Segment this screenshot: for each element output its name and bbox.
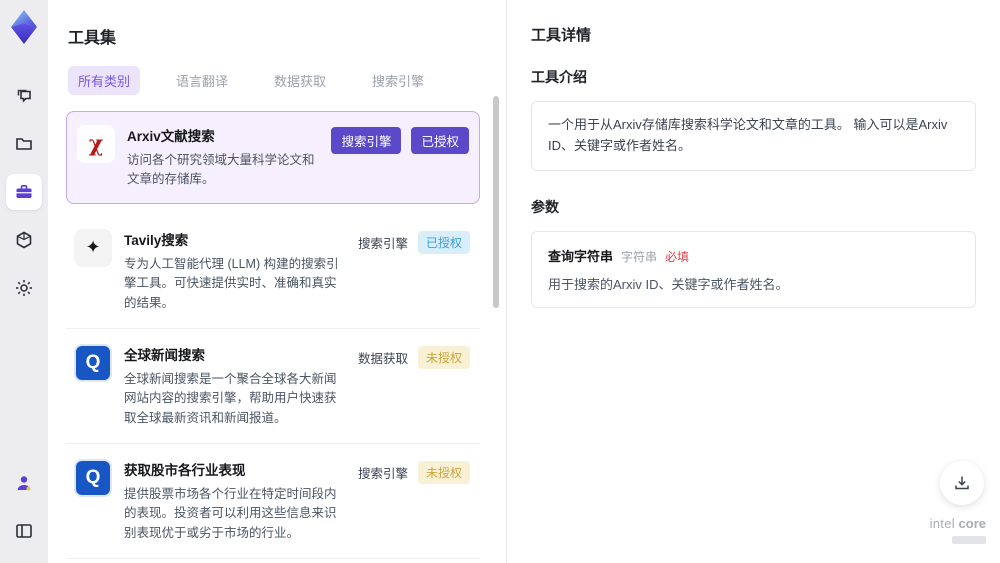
category-tab[interactable]: 搜索引擎 [362, 66, 434, 95]
detail-title: 工具详情 [531, 27, 592, 44]
tool-name: 全球新闻搜索 [124, 347, 205, 363]
tool-name: Tavily搜索 [124, 232, 189, 248]
tool-description: 全球新闻搜索是一个聚合全球各大新闻网站内容的搜索引擎，帮助用户快速获取全球最新资… [124, 371, 337, 425]
tool-auth-badge: 未授权 [417, 345, 470, 369]
sidebar-item-chat[interactable] [6, 78, 42, 114]
param-card: 查询字符串 字符串 必填 用于搜索的Arxiv ID、关键字或作者姓名。 [531, 230, 976, 308]
chat-icon [17, 89, 31, 103]
app-window: 工具集 所有类别 语言翻译 数据获取 搜索引擎 χ Arxiv文献搜索 访问各个… [0, 0, 1000, 563]
tavily-star-icon: ✦ [74, 228, 112, 267]
download-button[interactable] [940, 461, 984, 505]
category-tabs: 所有类别 语言翻译 数据获取 搜索引擎 [68, 66, 480, 95]
briefcase-icon [16, 185, 32, 198]
arxiv-logo-icon: χ [77, 125, 115, 163]
page-title: 工具集 [68, 30, 117, 47]
tool-list-item[interactable]: Q 获取股市各行业表现 提供股票市场各个行业在特定时间段内的表现。投资者可以利用… [66, 444, 480, 560]
tool-list-item[interactable]: ✦ Tavily搜索 专为人工智能代理 (LLM) 构建的搜索引擎工具。可快速提… [66, 214, 480, 329]
category-tab[interactable]: 数据获取 [264, 66, 336, 95]
param-type: 字符串 [621, 249, 658, 264]
sidebar-item-files[interactable] [6, 126, 42, 162]
intel-ultra-badge [952, 536, 986, 544]
left-sidebar [0, 0, 48, 563]
tool-list-panel: 工具集 所有类别 语言翻译 数据获取 搜索引擎 χ Arxiv文献搜索 访问各个… [48, 0, 506, 563]
cube-icon [16, 231, 32, 249]
download-icon [955, 476, 969, 490]
tool-intro-text: 一个用于从Arxiv存储库搜索科学论文和文章的工具。 输入可以是Arxiv ID… [531, 101, 976, 171]
news-search-icon: Q [74, 343, 112, 382]
param-description: 用于搜索的Arxiv ID、关键字或作者姓名。 [548, 276, 789, 292]
intro-heading: 工具介绍 [531, 69, 587, 85]
param-name: 查询字符串 [548, 248, 614, 264]
tool-description: 提供股票市场各个行业在特定时间段内的表现。投资者可以利用这些信息来识别表现优于或… [124, 487, 337, 540]
tool-description: 专为人工智能代理 (LLM) 构建的搜索引擎工具。可快速提供实时、准确和真实的结… [124, 256, 339, 310]
sidebar-item-account[interactable] [6, 465, 42, 501]
panel-toggle-icon [16, 524, 32, 538]
sidebar-item-settings[interactable] [6, 270, 42, 306]
tool-name: Arxiv文献搜索 [127, 129, 215, 144]
intel-core-logo: intel core [930, 516, 986, 549]
tool-auth-badge: 已授权 [411, 127, 469, 154]
user-icon [17, 476, 31, 491]
list-scrollbar[interactable] [493, 96, 499, 308]
tool-list-item[interactable]: χ Arxiv文献搜索 访问各个研究领域大量科学论文和文章的存储库。 搜索引擎 … [66, 111, 480, 204]
tool-category-tag: 搜索引擎 [357, 467, 408, 481]
tool-category-tag: 搜索引擎 [357, 236, 408, 251]
tool-auth-badge: 未授权 [417, 461, 470, 484]
gear-icon [16, 280, 32, 296]
tool-auth-badge: 已授权 [417, 230, 470, 254]
tool-list-item[interactable]: Q 全球新闻搜索 全球新闻搜索是一个聚合全球各大新闻网站内容的搜索引擎，帮助用户… [66, 329, 480, 444]
tool-category-tag: 数据获取 [357, 351, 408, 366]
tool-category-tag: 搜索引擎 [331, 127, 402, 154]
params-heading: 参数 [531, 198, 559, 215]
app-logo [11, 10, 37, 44]
tool-list: χ Arxiv文献搜索 访问各个研究领域大量科学论文和文章的存储库。 搜索引擎 … [66, 111, 480, 563]
param-required-label: 必填 [665, 249, 690, 264]
category-tab[interactable]: 所有类别 [68, 66, 141, 95]
tool-description: 访问各个研究领域大量科学论文和文章的存储库。 [127, 153, 315, 187]
stock-sector-icon: Q [74, 459, 112, 497]
sidebar-item-plugins[interactable] [6, 222, 42, 258]
tool-name: 获取股市各行业表现 [124, 463, 246, 478]
tool-detail-panel: 工具详情 工具介绍 一个用于从Arxiv存储库搜索科学论文和文章的工具。 输入可… [506, 0, 1000, 563]
folder-icon [16, 138, 32, 150]
sidebar-item-collapse[interactable] [6, 513, 42, 549]
sidebar-item-toolbox[interactable] [6, 174, 42, 210]
tool-list-item[interactable]: Q 获取市场最活跃股票信息 提供当天交易量最高的股票列表，投资者可以利用这些信息… [66, 559, 480, 563]
category-tab[interactable]: 语言翻译 [166, 66, 238, 95]
